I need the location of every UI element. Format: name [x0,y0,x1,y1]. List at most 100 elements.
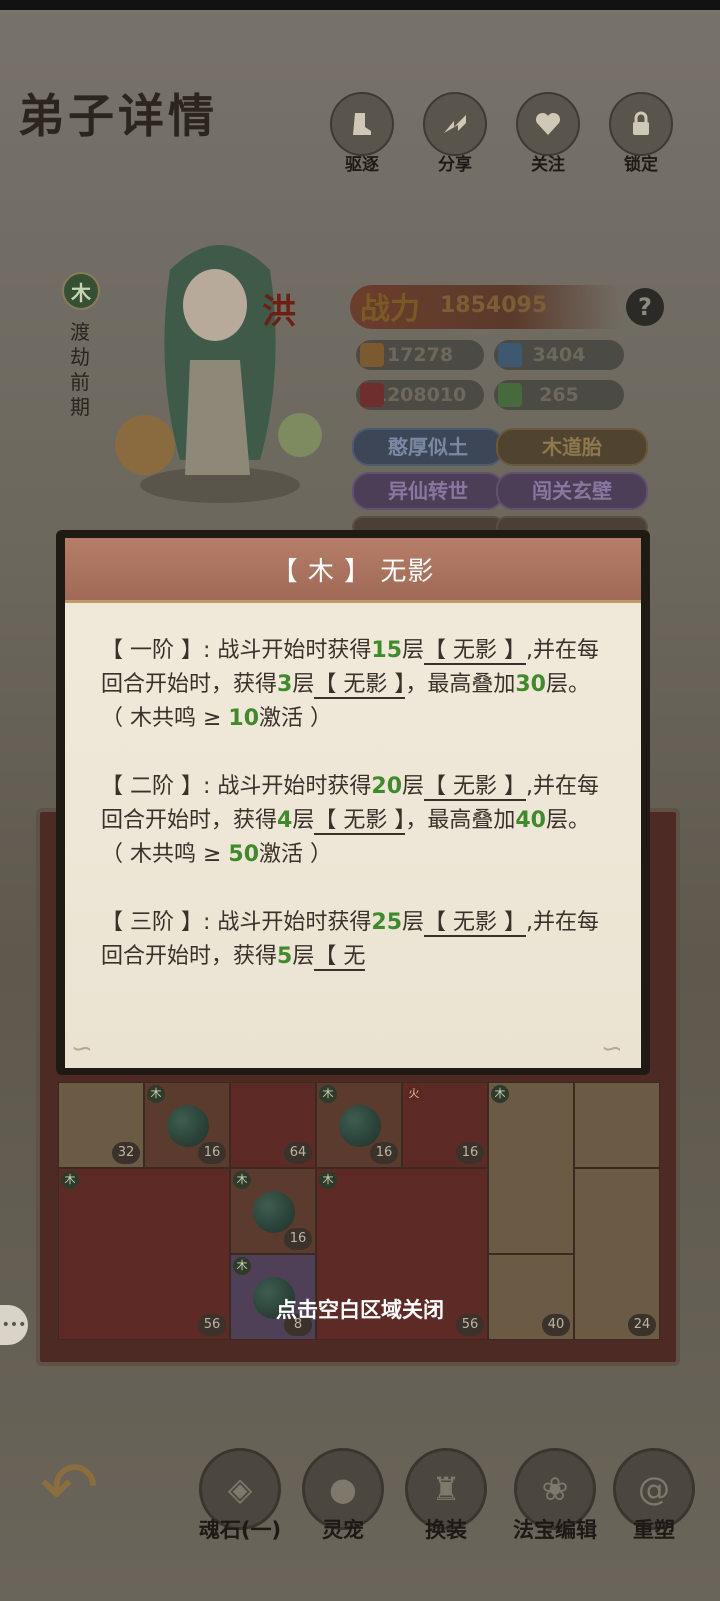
share-button[interactable]: 分享 [415,92,495,175]
status-bar [0,0,720,10]
item-count: 16 [284,1228,312,1250]
element-tag: 木 [319,1171,337,1189]
reshape-button[interactable]: @ 重塑 [604,1448,704,1544]
tier-number: 4 [277,808,293,833]
speed-icon [498,383,522,407]
tier-number: 40 [515,808,546,833]
power-value: 1854095 [440,293,548,318]
lock-label: 锁定 [624,155,658,175]
buff-link[interactable]: 【 无影 】 [424,774,527,801]
lock-button[interactable]: 锁定 [601,92,681,175]
tier-head: 【 二阶 】: 战斗开始时获得 [101,774,372,799]
orb-icon [253,1191,295,1233]
attack-icon [360,343,384,367]
stat-speed-value: 265 [539,384,579,406]
grid-cell[interactable]: 32 [58,1082,144,1168]
tier-head: 【 三阶 】: 战斗开始时获得 [101,910,372,935]
item-count: 16 [198,1142,226,1164]
share-label: 分享 [438,155,472,175]
back-arrow-icon[interactable]: ↶ [40,1452,130,1522]
item-count: 16 [370,1142,398,1164]
element-tag: 木 [491,1085,509,1103]
buff-link[interactable]: 【 无影 】 [424,910,527,937]
element-tag: 木 [233,1171,251,1189]
grid-cell[interactable]: 木 [488,1082,574,1254]
tier-number: 3 [277,672,293,697]
trait-tag[interactable]: 憨厚似土 [352,428,504,466]
dialog-body[interactable]: 【 一阶 】: 战斗开始时获得15层【 无影 】,并在每回合开始时，获得3层【 … [101,634,621,1034]
power-label: 战力 [360,292,420,327]
heart-icon [516,92,580,156]
tier-text: 层 [402,774,425,799]
item-count: 64 [284,1142,312,1164]
soul-stone-button[interactable]: ◈ 魂石(一) [190,1448,290,1544]
tier-condition: （ 木共鸣 ≥ [101,842,229,867]
tier-text: 层 [292,808,315,833]
tier-condition: （ 木共鸣 ≥ [101,706,229,731]
tier-number: 25 [371,910,403,935]
buff-link[interactable]: 【 无影 】 [424,638,527,665]
lock-icon [609,92,673,156]
share-arrow-icon [423,92,487,156]
tier-text: 层 [402,638,425,663]
stat-attack: 17278 [356,340,484,370]
buff-link[interactable]: 【 无影 】 [314,672,406,699]
grid-cell[interactable]: 木 16 [230,1168,316,1254]
follow-button[interactable]: 关注 [508,92,588,175]
stat-hp-value: 1208010 [373,384,467,406]
character-portrait[interactable] [110,230,330,510]
element-tag: 火 [405,1085,423,1103]
soul-stone-label: 魂石(一) [198,1518,282,1542]
grid-cell[interactable]: 火 16 [402,1082,488,1168]
help-icon[interactable]: ? [626,288,664,326]
pet-label: 灵宠 [322,1518,364,1542]
skill-dialog: 【 木 】 无影 【 一阶 】: 战斗开始时获得15层【 无影 】,并在每回合开… [56,530,650,1075]
pet-button[interactable]: ● 灵宠 [293,1448,393,1544]
outfit-label: 换装 [425,1518,467,1542]
stat-hp: 1208010 [356,380,484,410]
tier-text: ，最高叠加 [405,808,516,833]
follow-label: 关注 [531,155,565,175]
stat-defense-value: 3404 [532,344,586,366]
element-tag: 木 [147,1085,165,1103]
expel-label: 驱逐 [345,155,379,175]
item-count: 16 [456,1142,484,1164]
treasure-edit-button[interactable]: ❀ 法宝编辑 [505,1448,605,1544]
element-tag: 木 [319,1085,337,1103]
tier-1: 【 一阶 】: 战斗开始时获得15层【 无影 】,并在每回合开始时，获得3层【 … [101,634,621,736]
stat-defense: 3404 [494,340,624,370]
boot-icon [330,92,394,156]
surname-seal: 洪 [262,292,296,332]
tier-condition: 激活 ） [259,706,333,731]
element-tag: 木 [61,1171,79,1189]
tier-number: 15 [371,638,403,663]
expel-button[interactable]: 驱逐 [322,92,402,175]
element-tag: 木 [233,1257,251,1275]
defense-icon [498,343,522,367]
grid-cell[interactable] [574,1082,660,1168]
dialog-panel: 【 木 】 无影 【 一阶 】: 战斗开始时获得15层【 无影 】,并在每回合开… [65,538,641,1068]
dialog-header: 【 木 】 无影 [65,538,641,603]
grid-cell[interactable]: 64 [230,1082,316,1168]
tier-number: 50 [228,842,260,867]
trait-tag[interactable]: 闯关玄壁 [496,472,648,510]
tier-number: 20 [371,774,403,799]
tier-condition: 激活 ） [259,842,333,867]
buff-link[interactable]: 【 无影 】 [314,808,406,835]
element-badge: 木 [62,272,100,310]
outfit-button[interactable]: ♜ 换装 [396,1448,496,1544]
trait-tag[interactable]: 异仙转世 [352,472,504,510]
page-title: 弟子详情 [18,89,218,143]
tier-3: 【 三阶 】: 战斗开始时获得25层【 无影 】,并在每回合开始时，获得5层【 … [101,906,621,974]
buff-link[interactable]: 【 无 [314,944,366,971]
orb-icon [167,1105,209,1147]
grid-cell[interactable]: 木 16 [316,1082,402,1168]
stat-speed: 265 [494,380,624,410]
trait-tag[interactable]: 木道胎 [496,428,648,466]
tier-2: 【 二阶 】: 战斗开始时获得20层【 无影 】,并在每回合开始时，获得4层【 … [101,770,621,872]
tier-number: 5 [277,944,293,969]
grid-cell[interactable]: 木 16 [144,1082,230,1168]
tier-text: 层。 [545,672,590,697]
realm-label: 渡劫前期 [70,320,90,419]
tier-text: 层。 [545,808,590,833]
